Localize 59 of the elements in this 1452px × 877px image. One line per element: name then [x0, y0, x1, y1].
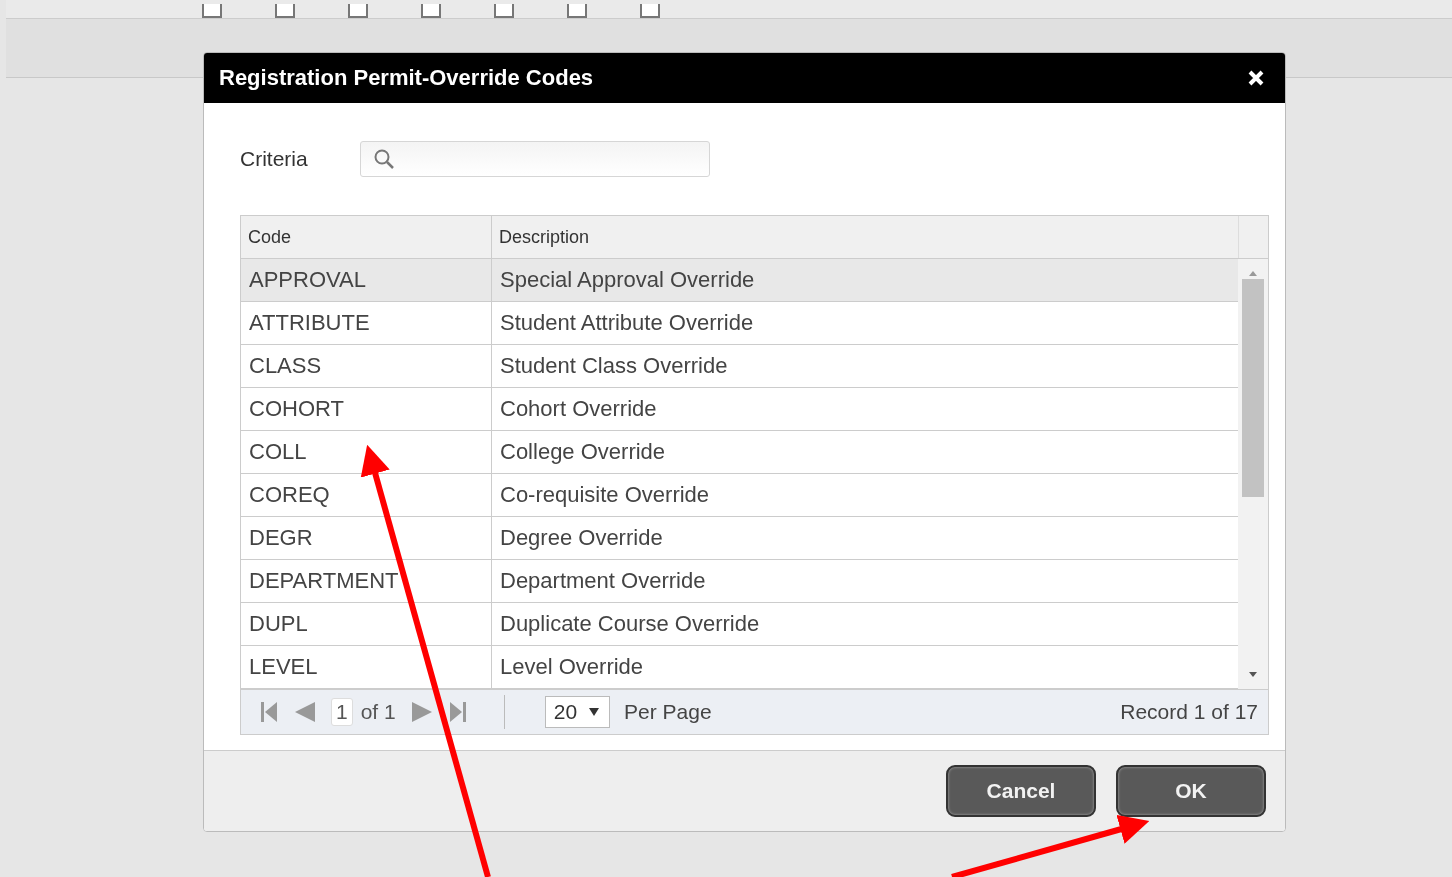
- next-page-icon[interactable]: [409, 699, 434, 725]
- page-number-field[interactable]: 1: [331, 698, 353, 726]
- checkbox[interactable]: [567, 4, 587, 18]
- page-count: of 1: [360, 700, 396, 724]
- code-cell: APPROVAL: [241, 259, 492, 301]
- code-cell: COREQ: [241, 474, 492, 516]
- last-page-icon[interactable]: [447, 699, 468, 725]
- checkbox[interactable]: [202, 4, 222, 18]
- checkbox[interactable]: [640, 4, 660, 18]
- code-cell: DUPL: [241, 603, 492, 645]
- code-cell: COLL: [241, 431, 492, 473]
- first-page-icon[interactable]: [259, 699, 279, 725]
- code-cell: COHORT: [241, 388, 492, 430]
- table-row[interactable]: DEGR Degree Override: [241, 517, 1238, 560]
- per-page-dropdown[interactable]: 20: [544, 696, 611, 728]
- dialog-title: Registration Permit-Override Codes: [219, 65, 594, 91]
- table-row[interactable]: DEPARTMENT Department Override: [241, 560, 1238, 603]
- column-header[interactable]: Description: [492, 216, 1238, 258]
- code-cell: LEVEL: [241, 646, 492, 688]
- close-icon[interactable]: [1247, 69, 1265, 87]
- search-icon: [373, 148, 395, 170]
- column-header[interactable]: Code: [241, 216, 492, 258]
- code-cell: DEPARTMENT: [241, 560, 492, 602]
- table-row[interactable]: COHORT Cohort Override: [241, 388, 1238, 431]
- description-cell-text: Special Approval Override: [499, 266, 756, 294]
- table-row[interactable]: CLASS Student Class Override: [241, 345, 1238, 388]
- description-cell-text: Level Override: [499, 653, 645, 681]
- description-cell-text: Student Class Override: [499, 352, 729, 380]
- criteria-label: Criteria: [240, 147, 309, 171]
- record-count: Record 1 of 17: [1120, 700, 1258, 724]
- code-cell: ATTRIBUTE: [241, 302, 492, 344]
- previous-page-icon[interactable]: [293, 699, 317, 725]
- scroll-up-icon[interactable]: [1247, 269, 1259, 277]
- checkbox[interactable]: [421, 4, 441, 18]
- checkbox[interactable]: [494, 4, 514, 18]
- table-row[interactable]: ATTRIBUTE Student Attribute Override: [241, 302, 1238, 345]
- ok-button[interactable]: OK: [1116, 765, 1266, 817]
- description-cell-text: Cohort Override: [499, 395, 658, 423]
- description-cell-text: Co-requisite Override: [499, 481, 711, 509]
- code-cell: DEGR: [241, 517, 492, 559]
- table-row[interactable]: COREQ Co-requisite Override: [241, 474, 1238, 517]
- checkbox[interactable]: [275, 4, 295, 18]
- cancel-button[interactable]: Cancel: [946, 765, 1096, 817]
- description-cell-text: Duplicate Course Override: [499, 610, 761, 638]
- per-page-label: Per Page: [624, 700, 712, 724]
- scrollbar[interactable]: [1238, 259, 1268, 689]
- description-cell-text: Student Attribute Override: [499, 309, 755, 337]
- caret-icon: [589, 708, 600, 716]
- table-row[interactable]: DUPL Duplicate Course Override: [241, 603, 1238, 646]
- scroll-down-icon[interactable]: [1247, 671, 1259, 679]
- description-cell-text: Department Override: [499, 567, 707, 595]
- search-field[interactable]: [360, 141, 710, 177]
- description-cell-text: College Override: [499, 438, 667, 466]
- table-row[interactable]: COLL College Override: [241, 431, 1238, 474]
- checkbox[interactable]: [348, 4, 368, 18]
- table-row[interactable]: APPROVAL Special Approval Override: [241, 259, 1238, 302]
- code-cell: CLASS: [241, 345, 492, 387]
- table-row[interactable]: LEVEL Level Override: [241, 646, 1238, 689]
- description-cell-text: Degree Override: [499, 524, 664, 552]
